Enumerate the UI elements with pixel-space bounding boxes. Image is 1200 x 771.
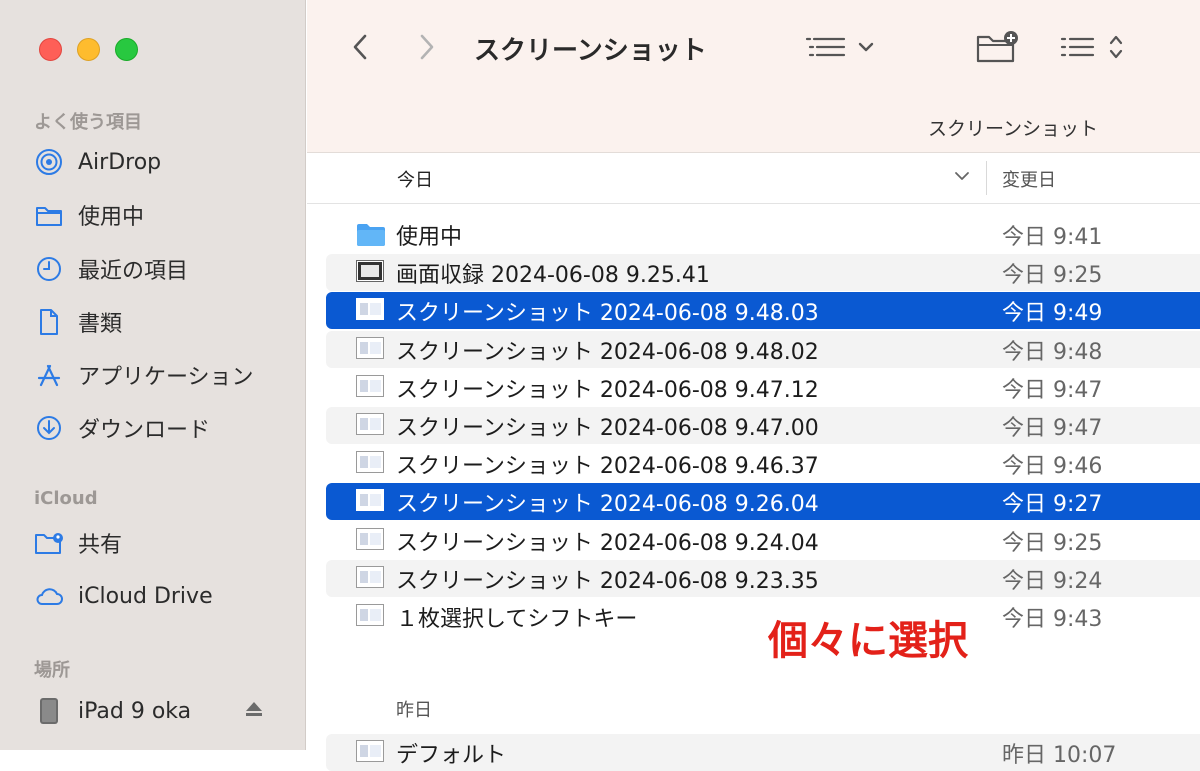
image-thumbnail-icon: [356, 413, 384, 437]
file-date: 今日 9:25: [1002, 263, 1103, 289]
table-row[interactable]: スクリーンショット 2024-06-08 9.47.12 今日 9:47: [326, 369, 1200, 406]
file-date: 今日 9:47: [1002, 416, 1103, 441]
file-name: スクリーンショット 2024-06-08 9.47.00: [396, 416, 819, 441]
file-name: 画面収録 2024-06-08 9.25.41: [396, 263, 710, 289]
image-thumbnail-icon: [356, 336, 384, 361]
file-date: 今日 9:47: [1002, 377, 1103, 403]
image-thumbnail-icon: [356, 451, 384, 475]
image-thumbnail-icon: [356, 527, 384, 552]
image-thumbnail-icon: [356, 740, 384, 762]
table-row[interactable]: １枚選択してシフトキー 今日 9:43: [326, 598, 1200, 635]
table-row[interactable]: スクリーンショット 2024-06-08 9.46.37 今日 9:46: [326, 445, 1200, 482]
image-thumbnail-icon: [356, 565, 384, 590]
file-name: スクリーンショット 2024-06-08 9.26.04: [396, 492, 819, 518]
image-thumbnail-icon: [356, 489, 384, 513]
file-date: 今日 9:48: [1002, 339, 1103, 365]
file-name: スクリーンショット 2024-06-08 9.23.35: [396, 568, 819, 594]
image-thumbnail-icon: [356, 604, 384, 628]
file-date: 今日 9:24: [1002, 568, 1103, 594]
table-row[interactable]: スクリーンショット 2024-06-08 9.24.04 今日 9:25: [326, 522, 1200, 559]
table-row[interactable]: スクリーンショット 2024-06-08 9.47.00 今日 9:47: [326, 407, 1200, 444]
file-name: 使用中: [396, 225, 463, 250]
annotation-text: 個々に選択: [768, 618, 968, 664]
file-date: 今日 9:46: [1002, 454, 1103, 480]
file-date: 今日 9:25: [1002, 530, 1103, 556]
movie-thumbnail-icon: [356, 260, 384, 284]
file-date: 今日 9:43: [1002, 607, 1103, 632]
folder-icon: [356, 222, 385, 246]
file-name: スクリーンショット 2024-06-08 9.48.03: [396, 301, 819, 327]
file-date: 昨日 10:07: [1002, 743, 1117, 768]
table-row[interactable]: スクリーンショット 2024-06-08 9.48.02 今日 9:48: [326, 330, 1200, 368]
file-name: スクリーンショット 2024-06-08 9.24.04: [396, 530, 819, 556]
file-date: 今日 9:49: [1002, 301, 1103, 327]
file-name: スクリーンショット 2024-06-08 9.47.12: [396, 377, 819, 403]
image-thumbnail-icon: [356, 374, 384, 399]
table-row[interactable]: スクリーンショット 2024-06-08 9.48.03 今日 9:49: [326, 292, 1200, 330]
table-row[interactable]: 使用中 今日 9:41: [326, 216, 1200, 253]
file-name: スクリーンショット 2024-06-08 9.48.02: [396, 339, 819, 365]
file-name: スクリーンショット 2024-06-08 9.46.37: [396, 454, 819, 480]
table-row[interactable]: スクリーンショット 2024-06-08 9.26.04 今日 9:27: [326, 483, 1200, 521]
image-thumbnail-icon: [356, 298, 384, 322]
table-row[interactable]: デフォルト 昨日 10:07: [326, 734, 1200, 771]
file-list: 使用中 今日 9:41 画面収録 2024-06-08 9.25.41 今日 9:25…: [0, 0, 1200, 750]
file-name: デフォルト: [396, 743, 507, 768]
file-name: １枚選択してシフトキー: [396, 607, 638, 632]
group-yesterday-title: 昨日: [396, 700, 432, 721]
file-date: 今日 9:27: [1002, 492, 1103, 518]
table-row[interactable]: 画面収録 2024-06-08 9.25.41 今日 9:25: [326, 254, 1200, 292]
file-date: 今日 9:41: [1002, 225, 1103, 250]
table-row[interactable]: スクリーンショット 2024-06-08 9.23.35 今日 9:24: [326, 559, 1200, 597]
